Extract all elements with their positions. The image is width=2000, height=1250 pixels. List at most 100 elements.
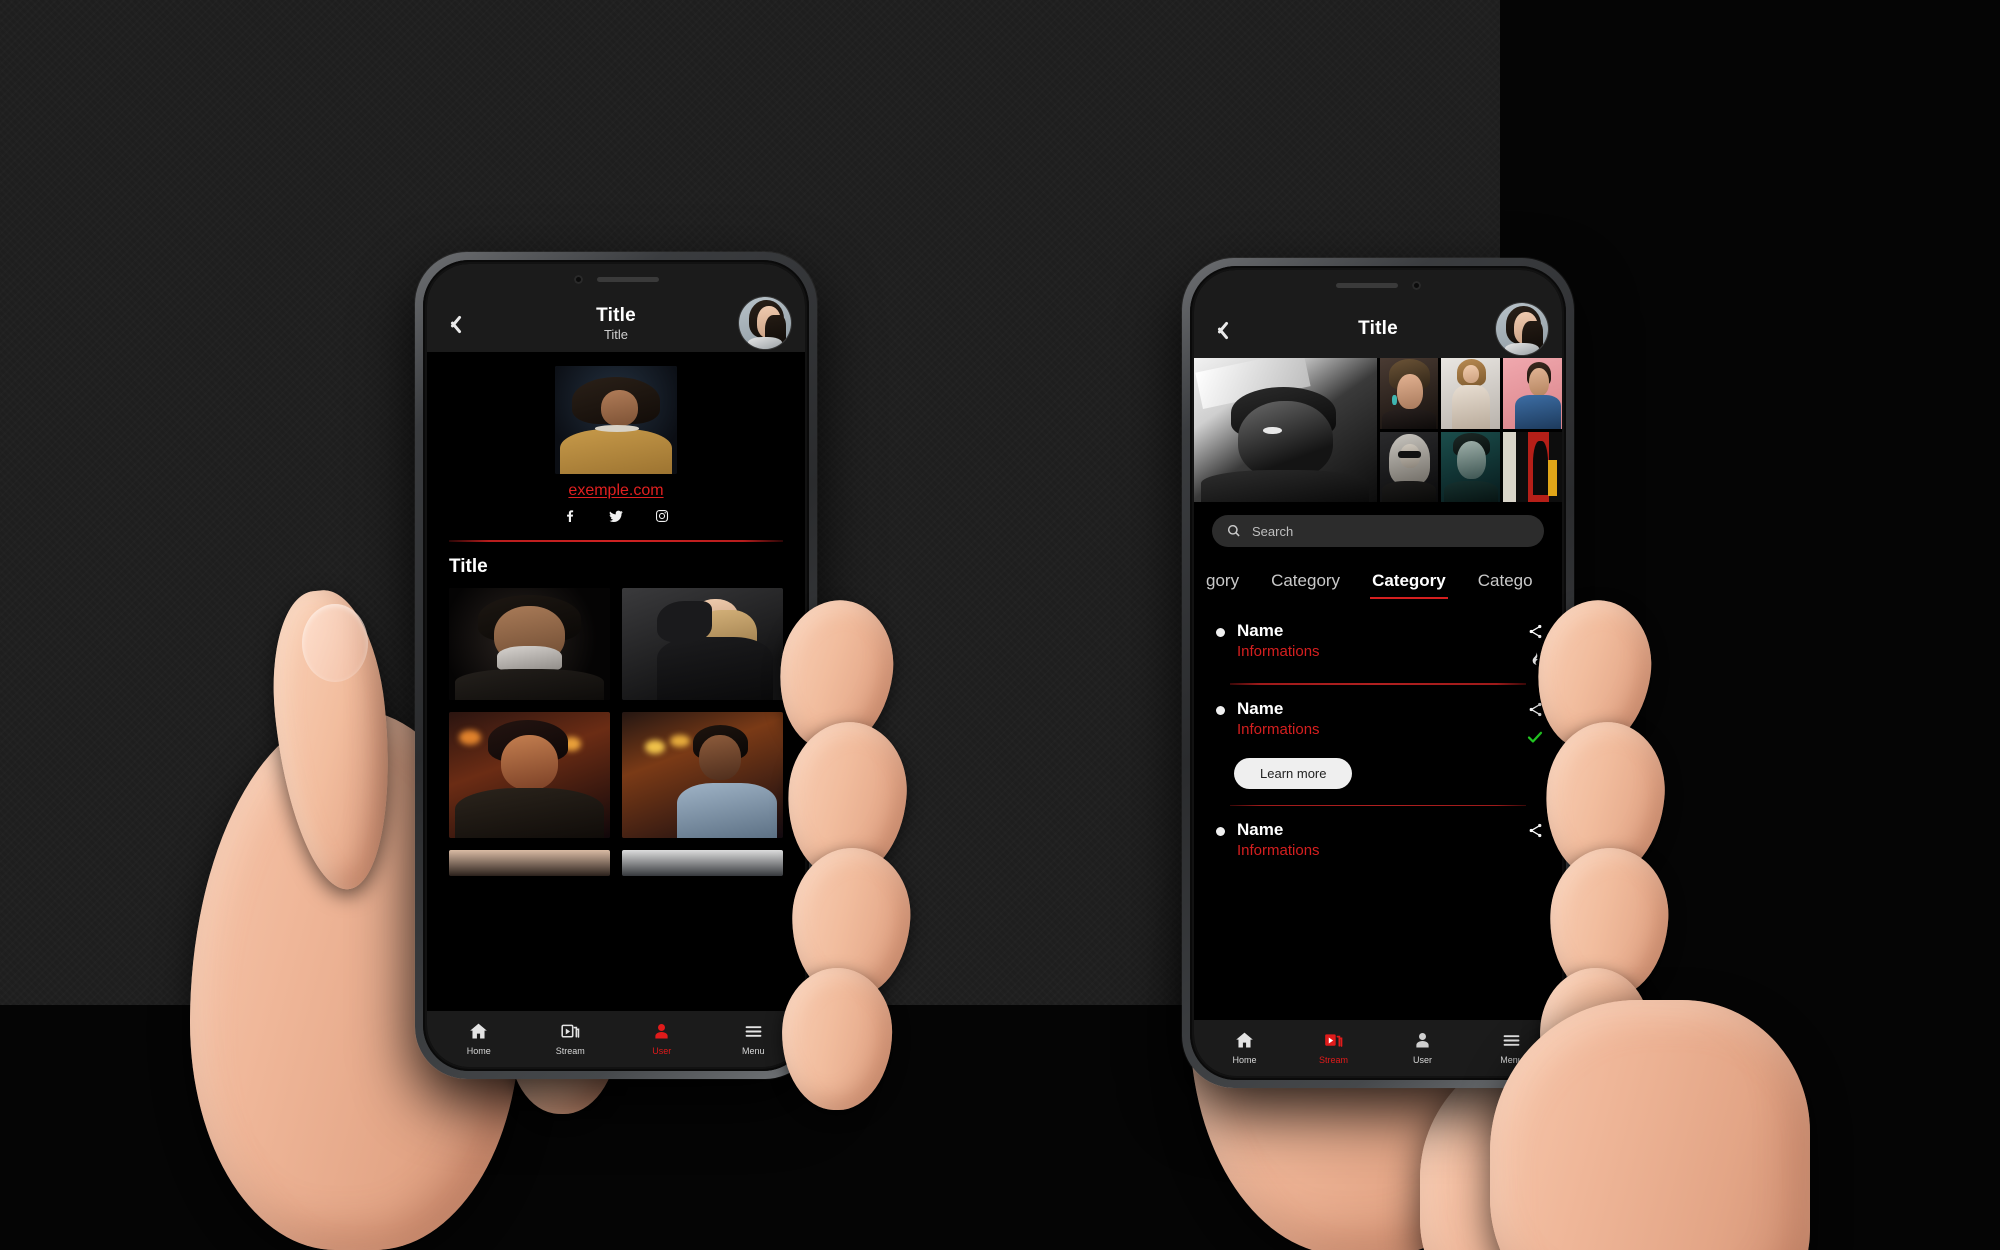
- photo-thumb[interactable]: [1503, 431, 1562, 502]
- nav-label: Stream: [1318, 1054, 1348, 1065]
- bullet-icon: [1216, 628, 1225, 637]
- earpiece-speaker: [596, 276, 659, 282]
- row-actions: [1527, 621, 1544, 667]
- gallery-item[interactable]: [449, 588, 610, 700]
- photo-grid: [1194, 358, 1562, 502]
- right-phone-shell: Title Search gory Category Category Cate…: [1182, 258, 1574, 1088]
- item-list: Name Informations Name Informations Lear…: [1194, 601, 1562, 859]
- featured-image[interactable]: [555, 366, 677, 474]
- share-icon[interactable]: [1527, 623, 1544, 640]
- photo-hero[interactable]: [1194, 358, 1377, 502]
- left-phone-screen: Title Title exemple.com Title Home Strea…: [427, 264, 805, 1067]
- left-phone-bezel: Title Title exemple.com Title Home Strea…: [423, 260, 809, 1071]
- search-icon: [1228, 524, 1240, 537]
- nav-item-user[interactable]: User: [1378, 1030, 1467, 1065]
- gallery-item[interactable]: [622, 850, 783, 876]
- nav-item-home[interactable]: Home: [433, 1021, 525, 1056]
- tab-category-2[interactable]: Category: [1356, 567, 1462, 601]
- nav-item-stream[interactable]: Stream: [525, 1021, 617, 1056]
- scene: Title Title exemple.com Title Home Strea…: [0, 0, 2000, 1250]
- social-links: [427, 508, 805, 524]
- stream-icon: [561, 1024, 579, 1038]
- bullet-icon: [1216, 705, 1225, 715]
- list-item[interactable]: Name Informations: [1194, 607, 1562, 685]
- left-content: exemple.com Title: [427, 352, 805, 1011]
- avatar[interactable]: [1496, 303, 1548, 355]
- photo-thumb[interactable]: [1379, 358, 1439, 429]
- background-lower: [0, 1005, 2000, 1250]
- nav-item-home[interactable]: Home: [1200, 1030, 1289, 1065]
- gallery-item[interactable]: [449, 850, 610, 876]
- item-name: Name: [1237, 820, 1284, 839]
- left-phone: Title Title exemple.com Title Home Strea…: [415, 252, 817, 1079]
- bullet-icon: [1216, 827, 1225, 836]
- item-info: Informations: [1237, 842, 1320, 859]
- nav-label: Stream: [555, 1045, 585, 1056]
- list-item-text: Name Informations: [1237, 820, 1320, 859]
- earpiece-speaker: [1335, 282, 1398, 288]
- right-status-bar: [1194, 270, 1562, 300]
- front-camera-icon: [573, 274, 583, 284]
- list-item[interactable]: Name Informations Learn more: [1194, 685, 1562, 806]
- gallery-item[interactable]: [449, 712, 610, 838]
- tab-category-1[interactable]: Category: [1255, 567, 1356, 601]
- nav-item-user[interactable]: User: [616, 1021, 708, 1056]
- left-app-header: Title Title: [427, 294, 805, 352]
- photo-thumb[interactable]: [1441, 358, 1501, 429]
- photo-thumb[interactable]: [1379, 431, 1439, 502]
- user-icon: [1416, 1032, 1429, 1047]
- photo-thumbs: [1379, 358, 1563, 502]
- right-content: Search gory Category Category Catego Nam…: [1194, 358, 1562, 1020]
- check-icon[interactable]: [1526, 728, 1544, 746]
- photo-thumb[interactable]: [1441, 431, 1501, 502]
- hamburger-menu-icon: [1503, 1034, 1520, 1046]
- row-actions: [1526, 699, 1544, 746]
- home-icon: [1236, 1032, 1253, 1047]
- feature-section: exemple.com: [427, 352, 805, 524]
- gallery-item[interactable]: [622, 712, 783, 838]
- list-item-head: Name Informations: [1212, 621, 1544, 667]
- item-info: Informations: [1237, 720, 1320, 738]
- section-title: Title: [449, 556, 488, 577]
- flame-icon[interactable]: [1528, 650, 1543, 667]
- back-button[interactable]: [441, 310, 467, 336]
- item-name: Name: [1237, 698, 1284, 718]
- right-app-header: Title: [1194, 300, 1562, 358]
- photo-gallery: [427, 588, 805, 876]
- left-bottom-nav: Home Stream User Menu: [427, 1011, 805, 1067]
- nav-item-menu[interactable]: Menu: [708, 1021, 800, 1056]
- tab-category-0[interactable]: gory: [1194, 567, 1255, 601]
- item-info: Informations: [1237, 643, 1320, 660]
- back-button[interactable]: [1208, 316, 1234, 342]
- right-bottom-nav: Home Stream User Menu: [1194, 1020, 1562, 1076]
- right-phone-screen: Title Search gory Category Category Cate…: [1194, 270, 1562, 1076]
- tab-category-3[interactable]: Catego: [1462, 567, 1549, 601]
- nav-label: Menu: [1500, 1054, 1523, 1065]
- search-input[interactable]: Search: [1212, 515, 1544, 547]
- avatar[interactable]: [739, 297, 791, 349]
- nav-item-menu[interactable]: Menu: [1467, 1030, 1556, 1065]
- learn-more-button[interactable]: Learn more: [1234, 757, 1353, 789]
- search-row: Search: [1194, 502, 1562, 557]
- avatar-body: [1505, 342, 1539, 355]
- gallery-item[interactable]: [622, 588, 783, 700]
- row-actions: [1527, 820, 1544, 839]
- right-phone-bezel: Title Search gory Category Category Cate…: [1190, 266, 1566, 1080]
- share-icon[interactable]: [1527, 822, 1544, 839]
- item-name: Name: [1237, 621, 1284, 640]
- share-icon[interactable]: [1527, 701, 1544, 718]
- home-icon: [470, 1023, 488, 1038]
- nav-item-stream[interactable]: Stream: [1289, 1030, 1378, 1065]
- nav-label: Home: [1232, 1054, 1257, 1065]
- website-link[interactable]: exemple.com: [427, 482, 805, 500]
- nav-label: User: [652, 1045, 672, 1056]
- photo-thumb[interactable]: [1503, 358, 1562, 429]
- list-item[interactable]: Name Informations: [1194, 806, 1562, 859]
- twitter-icon[interactable]: [608, 508, 624, 524]
- list-item-text: Name Informations: [1237, 621, 1320, 660]
- search-placeholder: Search: [1252, 523, 1294, 539]
- instagram-icon[interactable]: [654, 508, 670, 524]
- facebook-icon[interactable]: [562, 508, 578, 524]
- nav-label: Home: [466, 1045, 491, 1056]
- left-phone-shell: Title Title exemple.com Title Home Strea…: [415, 252, 817, 1079]
